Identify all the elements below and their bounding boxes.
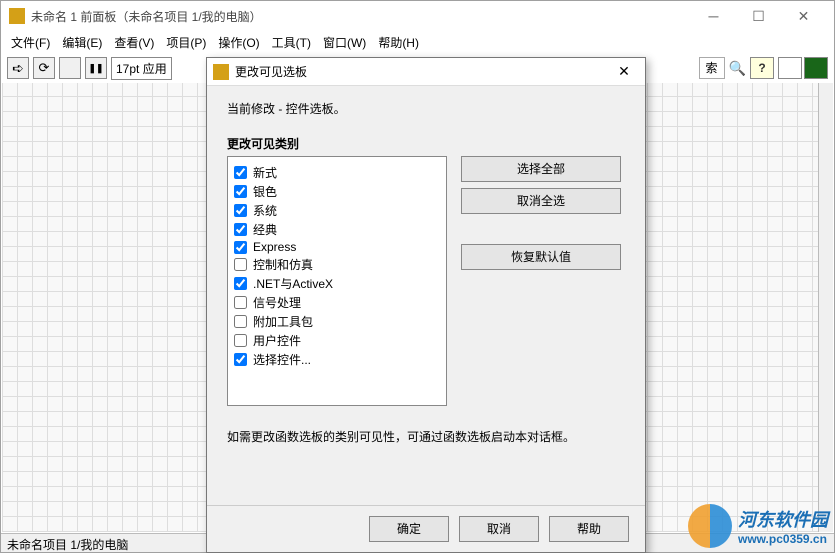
deselect-all-button[interactable]: 取消全选: [461, 188, 621, 214]
current-modify-label: 当前修改 - 控件选板。: [227, 100, 625, 117]
category-checkbox[interactable]: [234, 296, 247, 309]
category-checkbox[interactable]: [234, 334, 247, 347]
vertical-scrollbar[interactable]: [818, 83, 833, 532]
category-checkbox[interactable]: [234, 258, 247, 271]
category-label: 选择控件...: [253, 351, 311, 368]
category-label: 系统: [253, 202, 277, 219]
main-window: 未命名 1 前面板（未命名项目 1/我的电脑） ─ ☐ ✕ 文件(F) 编辑(E…: [0, 0, 835, 553]
category-item[interactable]: 信号处理: [234, 293, 440, 312]
menu-tools[interactable]: 工具(T): [266, 32, 317, 53]
category-label: 用户控件: [253, 332, 301, 349]
category-item[interactable]: 选择控件...: [234, 350, 440, 369]
menubar: 文件(F) 编辑(E) 查看(V) 项目(P) 操作(O) 工具(T) 窗口(W…: [1, 31, 834, 53]
category-item[interactable]: 附加工具包: [234, 312, 440, 331]
category-label: 经典: [253, 221, 277, 238]
restore-default-button[interactable]: 恢复默认值: [461, 244, 621, 270]
maximize-button[interactable]: ☐: [736, 2, 781, 30]
category-checkbox[interactable]: [234, 353, 247, 366]
category-label: .NET与ActiveX: [253, 275, 333, 292]
run-button[interactable]: [7, 57, 29, 79]
dialog-close-button[interactable]: ✕: [609, 63, 639, 80]
menu-edit[interactable]: 编辑(E): [56, 32, 108, 53]
run-continuous-button[interactable]: [33, 57, 55, 79]
connector-pane-icon[interactable]: [778, 57, 802, 79]
pause-button[interactable]: [85, 57, 107, 79]
dialog-titlebar: 更改可见选板 ✕: [207, 58, 645, 86]
category-item[interactable]: Express: [234, 239, 440, 255]
category-checkbox[interactable]: [234, 223, 247, 236]
menu-project[interactable]: 项目(P): [160, 32, 212, 53]
menu-window[interactable]: 窗口(W): [317, 32, 372, 53]
category-label: 银色: [253, 183, 277, 200]
category-checkbox[interactable]: [234, 277, 247, 290]
category-checkbox[interactable]: [234, 241, 247, 254]
help-button[interactable]: 帮助: [549, 516, 629, 542]
category-item[interactable]: .NET与ActiveX: [234, 274, 440, 293]
category-item[interactable]: 系统: [234, 201, 440, 220]
category-checkbox[interactable]: [234, 204, 247, 217]
category-item[interactable]: 用户控件: [234, 331, 440, 350]
category-checkbox[interactable]: [234, 315, 247, 328]
context-help-button[interactable]: ?: [750, 57, 774, 79]
category-listbox[interactable]: 新式银色系统经典 Express 控制和仿真 .NET与ActiveX 信号处理附加工具…: [227, 156, 447, 406]
category-item[interactable]: 控制和仿真: [234, 255, 440, 274]
category-label: 控制和仿真: [253, 256, 313, 273]
category-item[interactable]: 经典: [234, 220, 440, 239]
dialog-title: 更改可见选板: [235, 63, 609, 80]
category-label: Express: [253, 240, 296, 254]
menu-view[interactable]: 查看(V): [108, 32, 160, 53]
category-checkbox[interactable]: [234, 185, 247, 198]
change-visible-palettes-dialog: 更改可见选板 ✕ 当前修改 - 控件选板。 更改可见类别 新式银色系统经典 Exp…: [206, 57, 646, 553]
search-icon[interactable]: 🔍: [729, 60, 746, 77]
dialog-app-icon: [213, 64, 229, 80]
cancel-button[interactable]: 取消: [459, 516, 539, 542]
minimize-button[interactable]: ─: [691, 2, 736, 30]
category-item[interactable]: 银色: [234, 182, 440, 201]
menu-operate[interactable]: 操作(O): [212, 32, 265, 53]
search-input[interactable]: 索: [699, 57, 725, 79]
ok-button[interactable]: 确定: [369, 516, 449, 542]
app-icon: [9, 8, 25, 24]
titlebar: 未命名 1 前面板（未命名项目 1/我的电脑） ─ ☐ ✕: [1, 1, 834, 31]
menu-help[interactable]: 帮助(H): [372, 32, 425, 53]
category-item[interactable]: 新式: [234, 163, 440, 182]
abort-button[interactable]: [59, 57, 81, 79]
menu-file[interactable]: 文件(F): [5, 32, 56, 53]
category-label: 新式: [253, 164, 277, 181]
font-selector[interactable]: 17pt 应用: [111, 57, 172, 80]
vi-icon[interactable]: [804, 57, 828, 79]
category-label: 信号处理: [253, 294, 301, 311]
dialog-footer: 确定 取消 帮助: [207, 505, 645, 552]
close-button[interactable]: ✕: [781, 2, 826, 30]
hint-text: 如需更改函数选板的类别可见性，可通过函数选板启动本对话框。: [227, 428, 625, 445]
select-all-button[interactable]: 选择全部: [461, 156, 621, 182]
section-label: 更改可见类别: [227, 135, 625, 152]
category-checkbox[interactable]: [234, 166, 247, 179]
category-label: 附加工具包: [253, 313, 313, 330]
window-title: 未命名 1 前面板（未命名项目 1/我的电脑）: [31, 8, 691, 25]
